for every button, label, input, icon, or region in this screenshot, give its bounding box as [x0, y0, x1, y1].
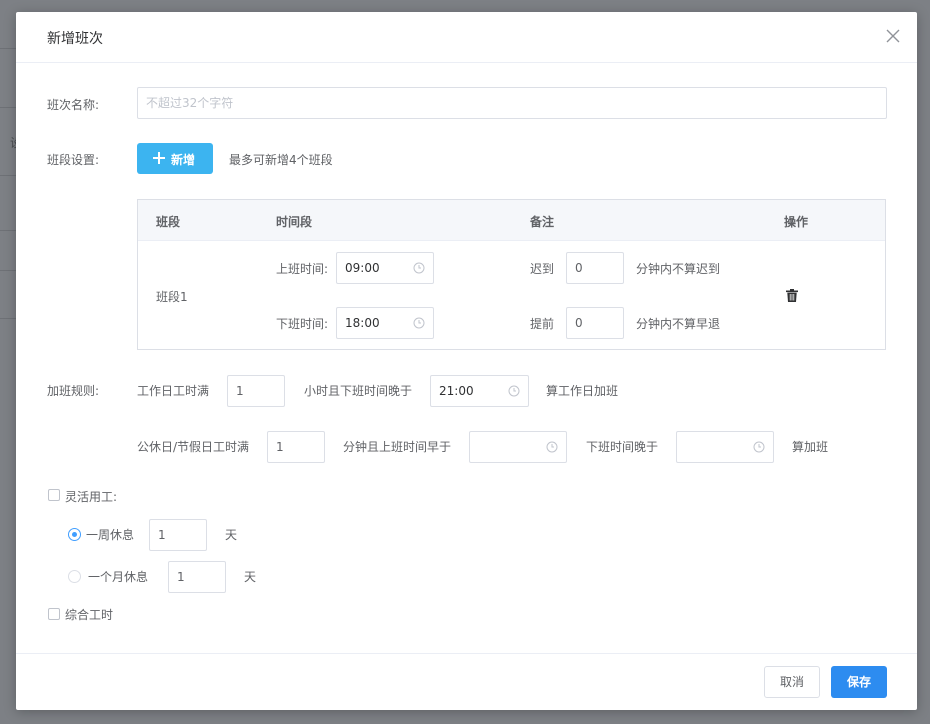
- weekly-rest-unit: 天: [225, 528, 238, 542]
- column-header-segment: 班段: [156, 215, 181, 229]
- workday-suffix: 算工作日加班: [546, 384, 619, 398]
- table-row: 班段1 上班时间: 09:00 下班时间: 18:00 迟到 分钟内不算迟到 提…: [138, 240, 885, 349]
- end-time-label: 下班时间:: [276, 317, 329, 331]
- background-divider: [0, 318, 16, 319]
- early-minutes-input[interactable]: [566, 307, 624, 339]
- table-header: 班段 时间段 备注 操作: [138, 200, 885, 241]
- add-segment-button[interactable]: 新增: [137, 143, 213, 174]
- segment-limit-hint: 最多可新增4个班段: [229, 153, 333, 167]
- dialog-title: 新增班次: [47, 31, 103, 47]
- workday-time-value: 21:00: [439, 384, 474, 398]
- flexible-employment-label: 灵活用工:: [65, 490, 118, 504]
- start-time-picker[interactable]: 09:00: [336, 252, 434, 284]
- background-divider: [0, 175, 16, 176]
- footer-divider: [16, 653, 917, 654]
- holiday-end-time-picker[interactable]: [676, 431, 774, 463]
- start-time-label: 上班时间:: [276, 262, 329, 276]
- holiday-start-time-picker[interactable]: [469, 431, 567, 463]
- workday-hours-input[interactable]: [227, 375, 285, 407]
- weekly-rest-radio[interactable]: [68, 528, 81, 541]
- clock-icon: [413, 317, 425, 329]
- column-header-time: 时间段: [276, 215, 313, 229]
- clock-icon: [546, 441, 558, 453]
- clock-icon: [413, 262, 425, 274]
- background-divider: [0, 107, 16, 108]
- monthly-rest-radio[interactable]: [68, 570, 81, 583]
- late-label: 迟到: [530, 262, 555, 276]
- shift-name-label: 班次名称:: [47, 98, 100, 112]
- column-header-remark: 备注: [530, 215, 555, 229]
- background-divider: [0, 230, 16, 231]
- add-shift-dialog: 新增班次 班次名称: 班段设置: 新增 最多可新增4个班段 班段 时间段 备注 …: [16, 12, 917, 710]
- monthly-rest-days-input[interactable]: [168, 561, 226, 593]
- cancel-button[interactable]: 取消: [764, 666, 820, 698]
- workday-time-picker[interactable]: 21:00: [430, 375, 529, 407]
- clock-icon: [753, 441, 765, 453]
- holiday-prefix: 公休日/节假日工时满: [137, 440, 250, 454]
- comprehensive-hours-checkbox[interactable]: [48, 608, 60, 620]
- clock-icon: [508, 385, 520, 397]
- delete-icon[interactable]: [786, 289, 798, 302]
- end-time-value: 18:00: [345, 316, 380, 330]
- workday-prefix: 工作日工时满: [137, 384, 210, 398]
- dialog-header: 新增班次: [16, 12, 917, 63]
- late-minutes-input[interactable]: [566, 252, 624, 284]
- workday-mid-text: 小时且下班时间晚于: [304, 384, 413, 398]
- close-icon[interactable]: [885, 28, 901, 44]
- segment-name: 班段1: [156, 290, 188, 304]
- plus-icon: [153, 152, 165, 164]
- add-segment-button-label: 新增: [171, 153, 196, 167]
- column-header-action: 操作: [784, 215, 809, 229]
- background-divider: [0, 270, 16, 271]
- flexible-employment-checkbox[interactable]: [48, 489, 60, 501]
- segment-settings-label: 班段设置:: [47, 153, 100, 167]
- holiday-minutes-input[interactable]: [267, 431, 325, 463]
- background-divider: [0, 48, 16, 49]
- holiday-mid-text: 分钟且上班时间早于: [343, 440, 452, 454]
- overtime-rules-label: 加班规则:: [47, 384, 100, 398]
- early-label: 提前: [530, 317, 555, 331]
- comprehensive-hours-label: 综合工时: [65, 608, 114, 622]
- monthly-rest-label: 一个月休息: [88, 570, 149, 584]
- shift-name-input[interactable]: [137, 87, 887, 119]
- holiday-mid2-text: 下班时间晚于: [586, 440, 659, 454]
- weekly-rest-label: 一周休息: [86, 528, 135, 542]
- save-button[interactable]: 保存: [831, 666, 887, 698]
- start-time-value: 09:00: [345, 261, 380, 275]
- early-suffix: 分钟内不算早退: [636, 317, 721, 331]
- segments-table: 班段 时间段 备注 操作 班段1 上班时间: 09:00 下班时间: 18:00…: [137, 199, 886, 350]
- monthly-rest-unit: 天: [244, 570, 257, 584]
- late-suffix: 分钟内不算迟到: [636, 262, 721, 276]
- weekly-rest-days-input[interactable]: [149, 519, 207, 551]
- end-time-picker[interactable]: 18:00: [336, 307, 434, 339]
- holiday-suffix: 算加班: [792, 440, 829, 454]
